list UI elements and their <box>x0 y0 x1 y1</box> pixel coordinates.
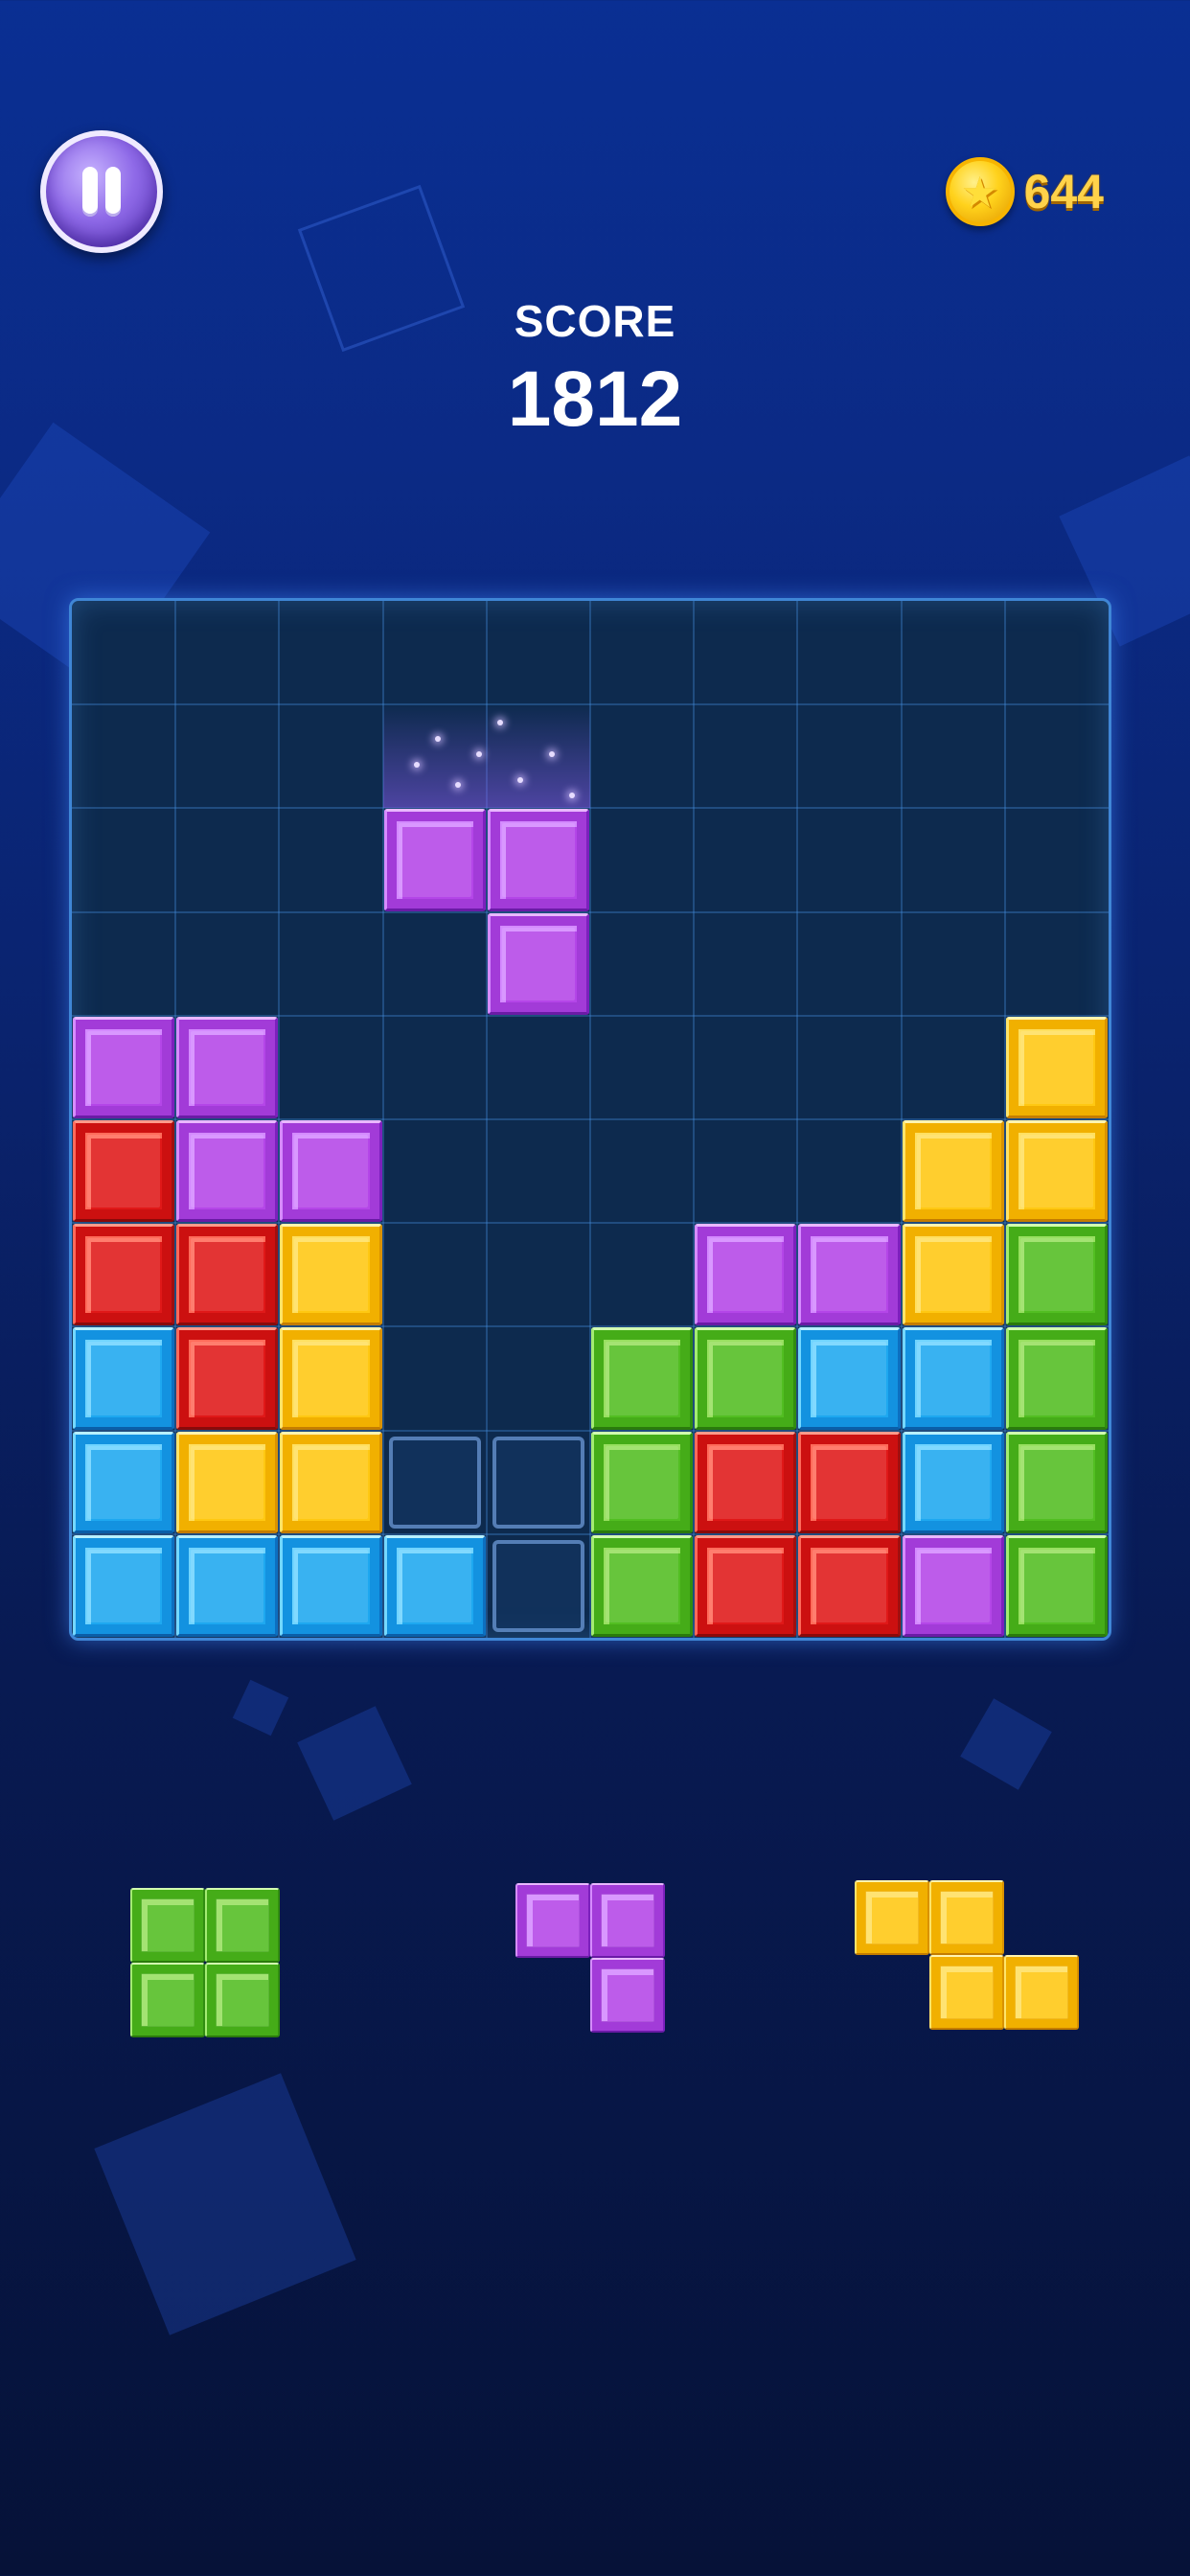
green-block <box>1005 1431 1108 1533</box>
grid-line <box>72 910 1109 913</box>
green-block <box>205 1888 280 1963</box>
yellow-block <box>902 1120 1004 1223</box>
red-block <box>73 1224 175 1326</box>
red-block <box>695 1431 797 1533</box>
purple-block <box>73 1016 175 1118</box>
sparkle-dot <box>548 750 555 757</box>
purple-block <box>798 1224 901 1326</box>
purple-block <box>487 809 589 911</box>
grid-line <box>72 807 1109 810</box>
purple-block <box>590 1958 665 2033</box>
yellow-block <box>280 1224 382 1326</box>
cyan-block <box>280 1534 382 1637</box>
yellow-block <box>280 1327 382 1430</box>
red-block <box>695 1534 797 1637</box>
red-block <box>798 1534 901 1637</box>
green-block <box>130 1963 205 2037</box>
yellow-block <box>280 1431 382 1533</box>
green-block <box>591 1431 694 1533</box>
sparkle-dot <box>434 735 441 742</box>
yellow-block <box>855 1880 929 1955</box>
pause-button[interactable] <box>40 130 163 253</box>
purple-block <box>176 1016 279 1118</box>
yellow-block <box>1005 1120 1108 1223</box>
cyan-block <box>73 1327 175 1430</box>
background-square <box>232 1679 289 1736</box>
green-block <box>205 1963 280 2037</box>
coin-counter: ★ 644 <box>945 153 1104 230</box>
purple-block <box>176 1120 279 1223</box>
red-block <box>176 1327 279 1430</box>
background-square <box>94 2073 356 2335</box>
sparkle-dot <box>414 761 421 768</box>
ghost-placement-cell <box>492 1436 584 1529</box>
grid-line <box>72 703 1109 706</box>
yellow-block <box>1005 1016 1108 1118</box>
cyan-block <box>383 1534 486 1637</box>
cyan-block <box>902 1431 1004 1533</box>
red-block <box>176 1224 279 1326</box>
yellow-block <box>1004 1955 1079 2030</box>
game-board[interactable] <box>69 598 1111 1641</box>
yellow-block <box>929 1880 1004 1955</box>
purple-block <box>515 1883 590 1958</box>
purple-block <box>280 1120 382 1223</box>
background-square <box>297 1706 412 1821</box>
purple-block <box>590 1883 665 1958</box>
green-block <box>130 1888 205 1963</box>
green-block <box>1005 1534 1108 1637</box>
ghost-placement-cell <box>492 1539 584 1632</box>
green-block <box>591 1327 694 1430</box>
ghost-placement-cell <box>388 1436 481 1529</box>
purple-block <box>695 1224 797 1326</box>
cyan-block <box>176 1534 279 1637</box>
red-block <box>798 1431 901 1533</box>
cyan-block <box>73 1534 175 1637</box>
green-block <box>591 1534 694 1637</box>
cyan-block <box>73 1431 175 1533</box>
cyan-block <box>902 1327 1004 1430</box>
coin-value: 644 <box>1023 165 1104 218</box>
green-block <box>1005 1224 1108 1326</box>
yellow-block <box>902 1224 1004 1326</box>
cyan-block <box>798 1327 901 1430</box>
green-block <box>1005 1327 1108 1430</box>
purple-block <box>902 1534 1004 1637</box>
purple-block <box>487 912 589 1015</box>
background-square <box>960 1698 1052 1790</box>
yellow-block <box>176 1431 279 1533</box>
score-label: SCORE <box>514 296 676 346</box>
yellow-block <box>929 1955 1004 2030</box>
purple-block <box>383 809 486 911</box>
score-value: 1812 <box>507 356 683 443</box>
sparkle-dot <box>475 750 482 757</box>
coin-star-icon: ★ <box>945 157 1015 226</box>
drop-sparkle-effect <box>382 704 590 809</box>
red-block <box>73 1120 175 1223</box>
green-block <box>695 1327 797 1430</box>
